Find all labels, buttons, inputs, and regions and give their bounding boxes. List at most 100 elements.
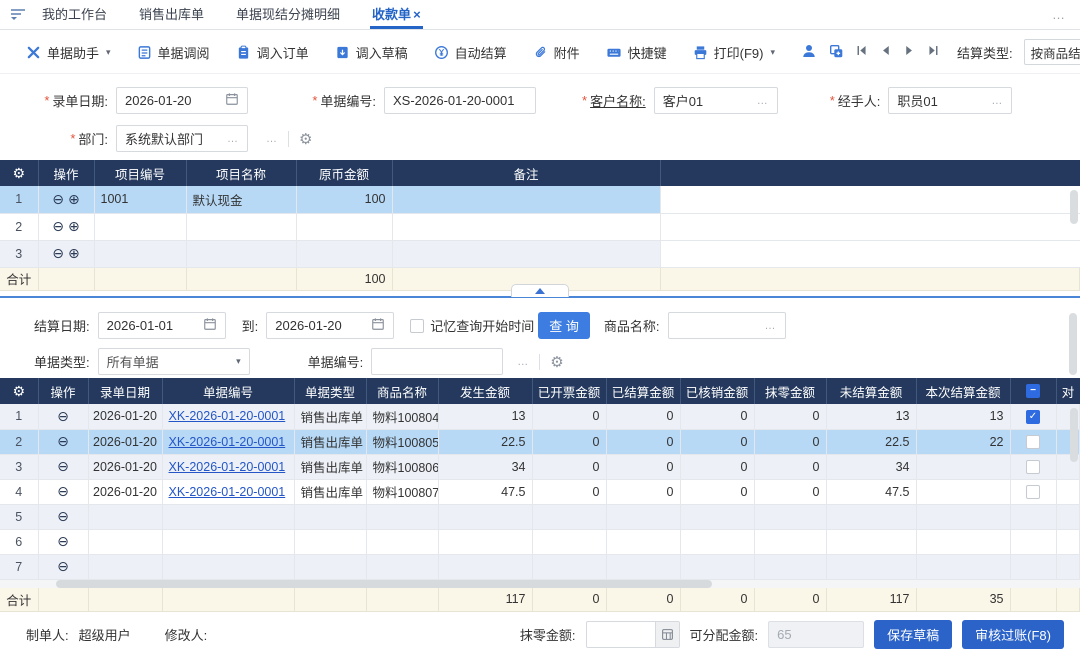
- row-checkbox[interactable]: [1026, 435, 1040, 449]
- item-code-cell[interactable]: [94, 213, 186, 240]
- table-row[interactable]: 5⊖: [0, 504, 1080, 529]
- remove-row-icon[interactable]: ⊖: [52, 245, 64, 261]
- dept-picker-icon[interactable]: …: [227, 133, 239, 145]
- nav-next-icon[interactable]: [903, 44, 916, 60]
- toolbar-import-draft[interactable]: 调入草稿: [335, 43, 408, 62]
- table-row[interactable]: 1⊖⊕1001默认现金100: [0, 186, 1080, 213]
- toolbar-import-order[interactable]: 调入订单: [236, 43, 309, 62]
- toolbar-attachment[interactable]: 附件: [533, 43, 580, 62]
- save-draft-button[interactable]: 保存草稿: [874, 620, 952, 649]
- nav-prev-icon[interactable]: [879, 44, 892, 60]
- table-row[interactable]: 4⊖2026-01-20XK-2026-01-20-0001销售出库单物料100…: [0, 479, 1080, 504]
- row-checkbox[interactable]: [1026, 485, 1040, 499]
- nav-last-icon[interactable]: [927, 44, 940, 60]
- settle-type-select[interactable]: 按商品结▾: [1024, 39, 1080, 65]
- date-to-input[interactable]: 2026-01-20: [266, 312, 394, 339]
- nav-first-icon[interactable]: [855, 44, 868, 60]
- doc-type-select[interactable]: 所有单据▾: [98, 348, 250, 375]
- query-doc-no-input[interactable]: [371, 348, 503, 375]
- record-date-input[interactable]: 2026-01-20: [116, 87, 248, 114]
- page-vscrollbar[interactable]: [1069, 313, 1077, 375]
- handler-picker-icon[interactable]: …: [991, 95, 1003, 107]
- add-row-icon[interactable]: ⊕: [68, 218, 80, 234]
- horizontal-scrollbar[interactable]: [0, 579, 1080, 588]
- toolbar-hotkey[interactable]: 快捷键: [606, 43, 667, 62]
- this-settlement-cell[interactable]: [916, 504, 1010, 529]
- product-picker-icon[interactable]: …: [765, 320, 777, 332]
- item-name-cell[interactable]: [186, 240, 296, 267]
- handler-input[interactable]: 职员01…: [888, 87, 1012, 114]
- table-row[interactable]: 7⊖: [0, 554, 1080, 579]
- remove-row-icon[interactable]: ⊖: [57, 533, 69, 549]
- toolbar-auto-settle[interactable]: 自动结算: [434, 43, 507, 62]
- grid-settings-gear-icon[interactable]: ⚙: [0, 378, 38, 404]
- item-name-cell[interactable]: [186, 213, 296, 240]
- indeterminate-checkbox-icon[interactable]: −: [1026, 384, 1040, 398]
- dept-input[interactable]: 系统默认部门…: [116, 125, 248, 152]
- post-button[interactable]: 审核过账(F8): [962, 620, 1064, 649]
- remember-start-checkbox[interactable]: [410, 319, 424, 333]
- amount-cell[interactable]: [296, 213, 392, 240]
- remove-row-icon[interactable]: ⊖: [57, 433, 69, 449]
- this-settlement-cell[interactable]: 22: [916, 429, 1010, 454]
- add-row-icon[interactable]: ⊕: [68, 245, 80, 261]
- remove-row-icon[interactable]: ⊖: [57, 408, 69, 424]
- form-more-fields-icon[interactable]: …: [266, 133, 278, 145]
- item-code-cell[interactable]: [94, 240, 186, 267]
- customer-label[interactable]: *客户名称:: [582, 91, 646, 110]
- hscrollbar-thumb[interactable]: [56, 580, 712, 588]
- this-settlement-cell[interactable]: [916, 529, 1010, 554]
- table-row[interactable]: 3⊖2026-01-20XK-2026-01-20-0001销售出库单物料100…: [0, 454, 1080, 479]
- toolbar-print[interactable]: 打印(F9)▾: [693, 43, 775, 62]
- this-settlement-cell[interactable]: 13: [916, 404, 1010, 429]
- collapse-panel-button[interactable]: [511, 284, 569, 297]
- customer-picker-icon[interactable]: …: [757, 95, 769, 107]
- remove-row-icon[interactable]: ⊖: [57, 458, 69, 474]
- more-tabs-icon[interactable]: …: [1052, 7, 1066, 22]
- source-doc-link[interactable]: XK-2026-01-20-0001: [169, 435, 286, 449]
- table-row[interactable]: 2⊖2026-01-20XK-2026-01-20-0001销售出库单物料100…: [0, 429, 1080, 454]
- table-row[interactable]: 6⊖: [0, 529, 1080, 554]
- toolbar-assistant[interactable]: 单据助手▾: [26, 43, 111, 62]
- remove-row-icon[interactable]: ⊖: [52, 218, 64, 234]
- table-row[interactable]: 2⊖⊕: [0, 213, 1080, 240]
- remove-row-icon[interactable]: ⊖: [57, 508, 69, 524]
- note-cell[interactable]: [392, 213, 660, 240]
- collapse-menu-icon[interactable]: [10, 8, 26, 22]
- item-code-cell[interactable]: 1001: [94, 186, 186, 213]
- items-table-vscrollbar[interactable]: [1070, 190, 1078, 224]
- tab-收款单[interactable]: 收款单×: [370, 4, 423, 29]
- row-checkbox[interactable]: ✓: [1026, 410, 1040, 424]
- row-checkbox[interactable]: [1026, 460, 1040, 474]
- add-row-icon[interactable]: ⊕: [68, 191, 80, 207]
- close-icon[interactable]: ×: [413, 7, 421, 22]
- form-settings-gear-icon[interactable]: ⚙: [299, 130, 312, 148]
- grid-settings-gear-icon[interactable]: ⚙: [0, 160, 38, 186]
- product-name-input[interactable]: …: [668, 312, 786, 339]
- calendar-icon[interactable]: [371, 317, 385, 334]
- remove-row-icon[interactable]: ⊖: [52, 191, 64, 207]
- copy-add-icon[interactable]: [828, 43, 844, 62]
- amount-cell[interactable]: [296, 240, 392, 267]
- rounding-amount-input[interactable]: [586, 621, 680, 648]
- tab-单据现结分摊明细[interactable]: 单据现结分摊明细: [234, 4, 342, 29]
- calendar-icon[interactable]: [225, 92, 239, 109]
- note-cell[interactable]: [392, 240, 660, 267]
- amount-cell[interactable]: 100: [296, 186, 392, 213]
- source-doc-link[interactable]: XK-2026-01-20-0001: [169, 460, 286, 474]
- calculator-icon[interactable]: [655, 622, 679, 647]
- this-settlement-cell[interactable]: [916, 454, 1010, 479]
- table-row[interactable]: 3⊖⊕: [0, 240, 1080, 267]
- remove-row-icon[interactable]: ⊖: [57, 483, 69, 499]
- select-all-checkbox[interactable]: −: [1010, 378, 1056, 404]
- item-name-cell[interactable]: 默认现金: [186, 186, 296, 213]
- remove-row-icon[interactable]: ⊖: [57, 558, 69, 574]
- calendar-icon[interactable]: [203, 317, 217, 334]
- source-doc-link[interactable]: XK-2026-01-20-0001: [169, 409, 286, 423]
- toolbar-doc-review[interactable]: 单据调阅: [137, 43, 210, 62]
- this-settlement-cell[interactable]: [916, 554, 1010, 579]
- this-settlement-cell[interactable]: [916, 479, 1010, 504]
- date-from-input[interactable]: 2026-01-01: [98, 312, 226, 339]
- customer-input[interactable]: 客户01…: [654, 87, 778, 114]
- tab-我的工作台[interactable]: 我的工作台: [40, 4, 109, 29]
